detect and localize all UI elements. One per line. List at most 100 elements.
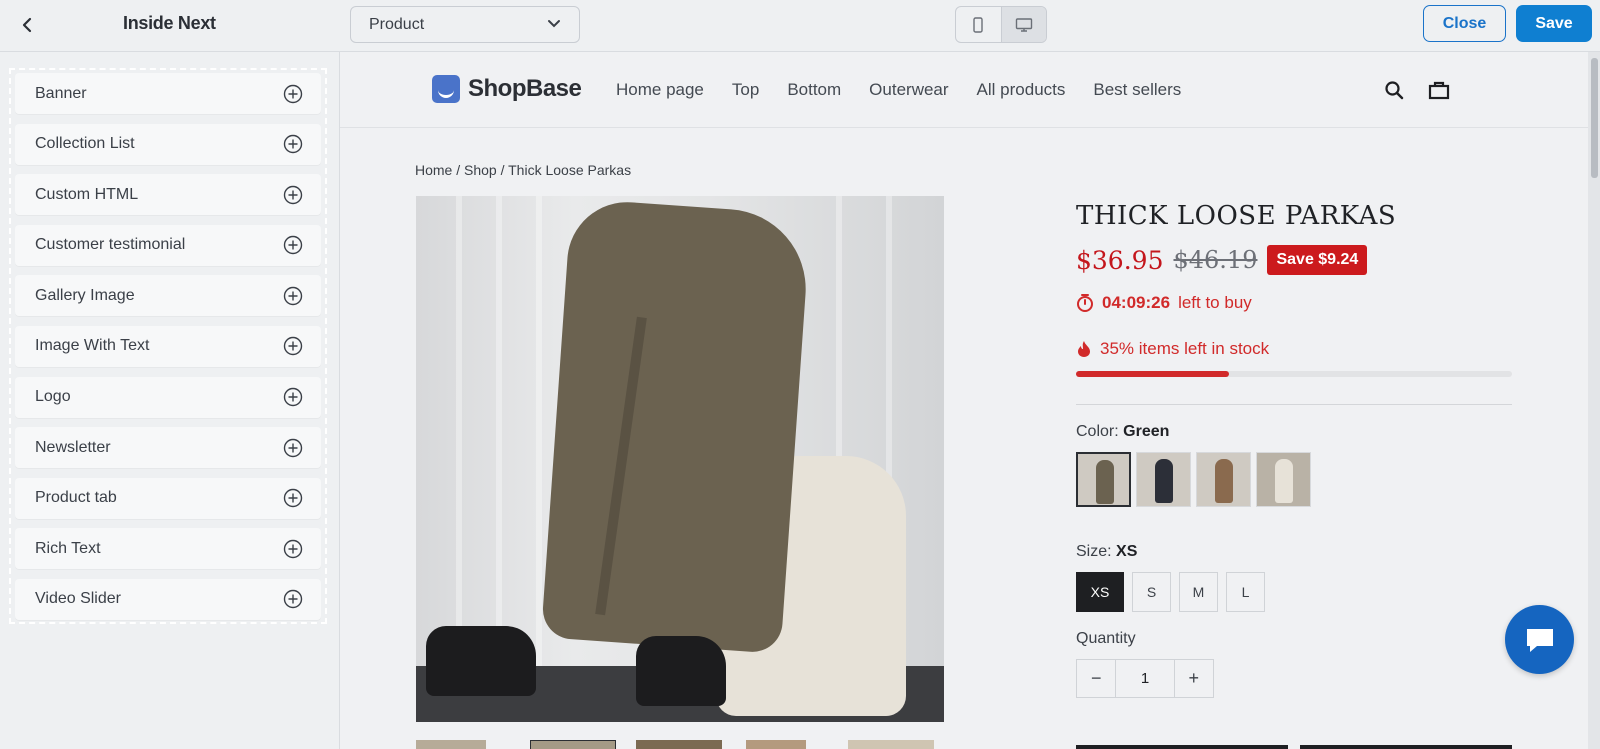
- section-item-newsletter[interactable]: Newsletter: [15, 427, 321, 469]
- add-section-list: Banner Collection List Custom HTML Customer…: [9, 68, 327, 624]
- desktop-view-button[interactable]: [1000, 7, 1046, 42]
- section-item-label: Custom HTML: [35, 185, 139, 203]
- preview-scrollbar[interactable]: [1588, 52, 1600, 749]
- chevron-down-icon: [548, 20, 560, 28]
- section-item-customer-testimonial[interactable]: Customer testimonial: [15, 224, 321, 266]
- stock-indicator: 35% items left in stock: [1076, 339, 1516, 359]
- save-button[interactable]: Save: [1516, 5, 1592, 42]
- section-item-image-with-text[interactable]: Image With Text: [15, 325, 321, 367]
- chevron-left-icon: [22, 17, 32, 33]
- quantity-stepper: − 1 +: [1076, 659, 1214, 698]
- color-swatch[interactable]: [1196, 452, 1251, 507]
- add-circle-icon[interactable]: [283, 84, 303, 104]
- section-item-banner[interactable]: Banner: [15, 73, 321, 114]
- add-circle-icon[interactable]: [283, 539, 303, 559]
- nav-link-bottom[interactable]: Bottom: [787, 80, 841, 100]
- stock-progress-bar: [1076, 371, 1512, 377]
- shopbase-logo-icon: [432, 75, 460, 103]
- product-info: THICK LOOSE PARKAS $36.95 $46.19 Save $9…: [1076, 196, 1516, 698]
- section-item-label: Gallery Image: [35, 286, 135, 304]
- size-option-l[interactable]: L: [1226, 572, 1265, 612]
- section-item-label: Newsletter: [35, 438, 111, 456]
- size-options: XS S M L: [1076, 572, 1516, 612]
- store-nav: Home page Top Bottom Outerwear All products B…: [616, 80, 1181, 100]
- store-header: ShopBase Home page Top Bottom Outerwear All …: [340, 52, 1588, 128]
- store-logo-text: ShopBase: [468, 75, 582, 102]
- close-button[interactable]: Close: [1423, 5, 1506, 42]
- section-item-label: Product tab: [35, 489, 117, 507]
- add-circle-icon[interactable]: [283, 488, 303, 508]
- product-main-image[interactable]: [416, 196, 944, 722]
- section-item-label: Banner: [35, 84, 87, 102]
- page-select-value: Product: [369, 15, 425, 33]
- section-item-logo[interactable]: Logo: [15, 376, 321, 418]
- nav-link-home-page[interactable]: Home page: [616, 80, 704, 100]
- size-option-label: Size: XS: [1076, 543, 1138, 560]
- add-circle-icon[interactable]: [283, 438, 303, 458]
- add-circle-icon[interactable]: [283, 235, 303, 255]
- nav-link-all-products[interactable]: All products: [977, 80, 1066, 100]
- add-circle-icon[interactable]: [283, 336, 303, 356]
- desktop-icon: [1015, 17, 1033, 32]
- scrollbar-thumb[interactable]: [1591, 58, 1598, 178]
- add-circle-icon[interactable]: [283, 286, 303, 306]
- color-swatches: [1076, 452, 1516, 507]
- section-item-video-slider[interactable]: Video Slider: [15, 578, 321, 620]
- device-toggle: [955, 6, 1047, 43]
- selected-size: XS: [1116, 543, 1138, 560]
- editor-topbar: Inside Next Product Close Save: [0, 0, 1600, 52]
- size-option-xs[interactable]: XS: [1076, 572, 1124, 612]
- mobile-view-button[interactable]: [956, 7, 1001, 42]
- nav-link-top[interactable]: Top: [732, 80, 759, 100]
- product-title: THICK LOOSE PARKAS: [1076, 201, 1397, 231]
- stock-progress-fill: [1076, 371, 1229, 377]
- section-item-label: Customer testimonial: [35, 236, 186, 254]
- color-swatch[interactable]: [1136, 452, 1191, 507]
- section-item-label: Rich Text: [35, 539, 101, 557]
- add-circle-icon[interactable]: [283, 185, 303, 205]
- breadcrumb: Home / Shop / Thick Loose Parkas: [415, 162, 632, 178]
- section-item-label: Collection List: [35, 135, 135, 153]
- stopwatch-icon: [1077, 294, 1093, 312]
- search-icon[interactable]: [1384, 80, 1404, 105]
- cart-icon[interactable]: [1428, 80, 1450, 105]
- quantity-decrease-button[interactable]: −: [1077, 660, 1115, 697]
- section-item-label: Logo: [35, 388, 71, 406]
- countdown-timer: 04:09:26 left to buy: [1076, 293, 1516, 313]
- nav-link-outerwear[interactable]: Outerwear: [869, 80, 948, 100]
- product-price: $36.95: [1076, 245, 1164, 275]
- quantity-input[interactable]: 1: [1115, 660, 1175, 697]
- nav-link-best-sellers[interactable]: Best sellers: [1093, 80, 1181, 100]
- app-title: Inside Next: [123, 13, 216, 33]
- color-option-label: Color: Green: [1076, 423, 1170, 440]
- selected-color: Green: [1123, 423, 1170, 440]
- section-item-custom-html[interactable]: Custom HTML: [15, 174, 321, 216]
- back-button[interactable]: [12, 10, 42, 40]
- fire-icon: [1078, 341, 1090, 357]
- buy-buttons-edge[interactable]: [1076, 745, 1512, 749]
- chat-bubble-icon: [1526, 628, 1553, 652]
- section-item-gallery-image[interactable]: Gallery Image: [15, 275, 321, 317]
- add-circle-icon[interactable]: [283, 589, 303, 609]
- save-badge: Save $9.24: [1267, 245, 1368, 275]
- size-option-s[interactable]: S: [1132, 572, 1171, 612]
- section-item-rich-text[interactable]: Rich Text: [15, 528, 321, 570]
- storefront-preview: ShopBase Home page Top Bottom Outerwear All …: [340, 52, 1588, 749]
- divider: [1076, 404, 1512, 405]
- page-type-select[interactable]: Product: [350, 6, 580, 43]
- quantity-label: Quantity: [1076, 630, 1136, 647]
- size-option-m[interactable]: M: [1179, 572, 1218, 612]
- add-circle-icon[interactable]: [283, 387, 303, 407]
- timer-value: 04:09:26: [1102, 293, 1171, 312]
- product-thumbnails[interactable]: [416, 740, 944, 749]
- chat-button[interactable]: [1505, 605, 1574, 674]
- section-item-product-tab[interactable]: Product tab: [15, 477, 321, 519]
- quantity-increase-button[interactable]: +: [1175, 660, 1213, 697]
- store-logo[interactable]: ShopBase: [432, 75, 582, 103]
- mobile-icon: [973, 16, 984, 33]
- section-item-label: Image With Text: [35, 337, 150, 355]
- color-swatch[interactable]: [1256, 452, 1311, 507]
- color-swatch[interactable]: [1076, 452, 1131, 507]
- add-circle-icon[interactable]: [283, 134, 303, 154]
- section-item-collection-list[interactable]: Collection List: [15, 123, 321, 165]
